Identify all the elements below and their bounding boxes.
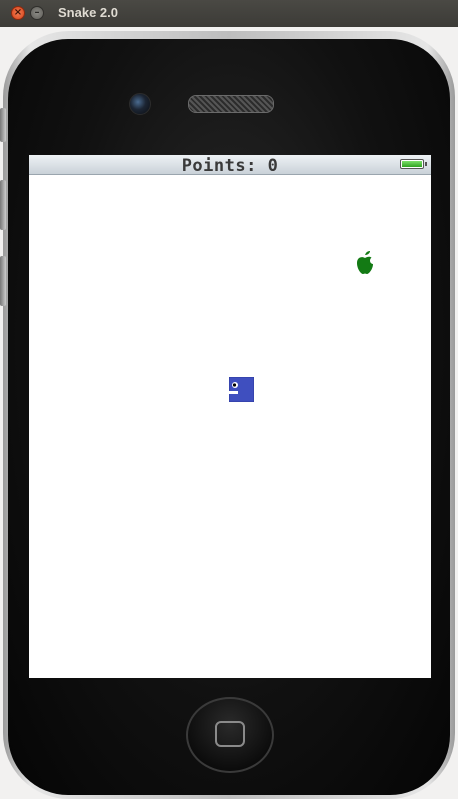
game-board[interactable]	[29, 175, 431, 678]
apple-icon	[357, 251, 373, 274]
battery-nub	[425, 162, 427, 166]
home-button-icon	[215, 721, 245, 747]
battery-icon	[400, 159, 424, 169]
front-camera	[129, 93, 151, 115]
game-screen[interactable]: Points: 0	[29, 155, 431, 678]
status-bar: Points: 0	[29, 155, 431, 176]
window-minimize-button[interactable]: –	[30, 6, 44, 20]
earpiece-speaker	[188, 95, 274, 113]
phone-volume-up-button	[0, 180, 6, 230]
phone-side-switch	[0, 108, 6, 142]
window-title: Snake 2.0	[58, 5, 118, 20]
battery-fill	[402, 161, 422, 167]
points-counter: Points: 0	[181, 156, 279, 176]
window-titlebar: × – Snake 2.0	[0, 0, 458, 27]
window-close-button[interactable]: ×	[11, 6, 25, 20]
snake-head	[229, 377, 254, 402]
phone-volume-down-button	[0, 256, 6, 306]
